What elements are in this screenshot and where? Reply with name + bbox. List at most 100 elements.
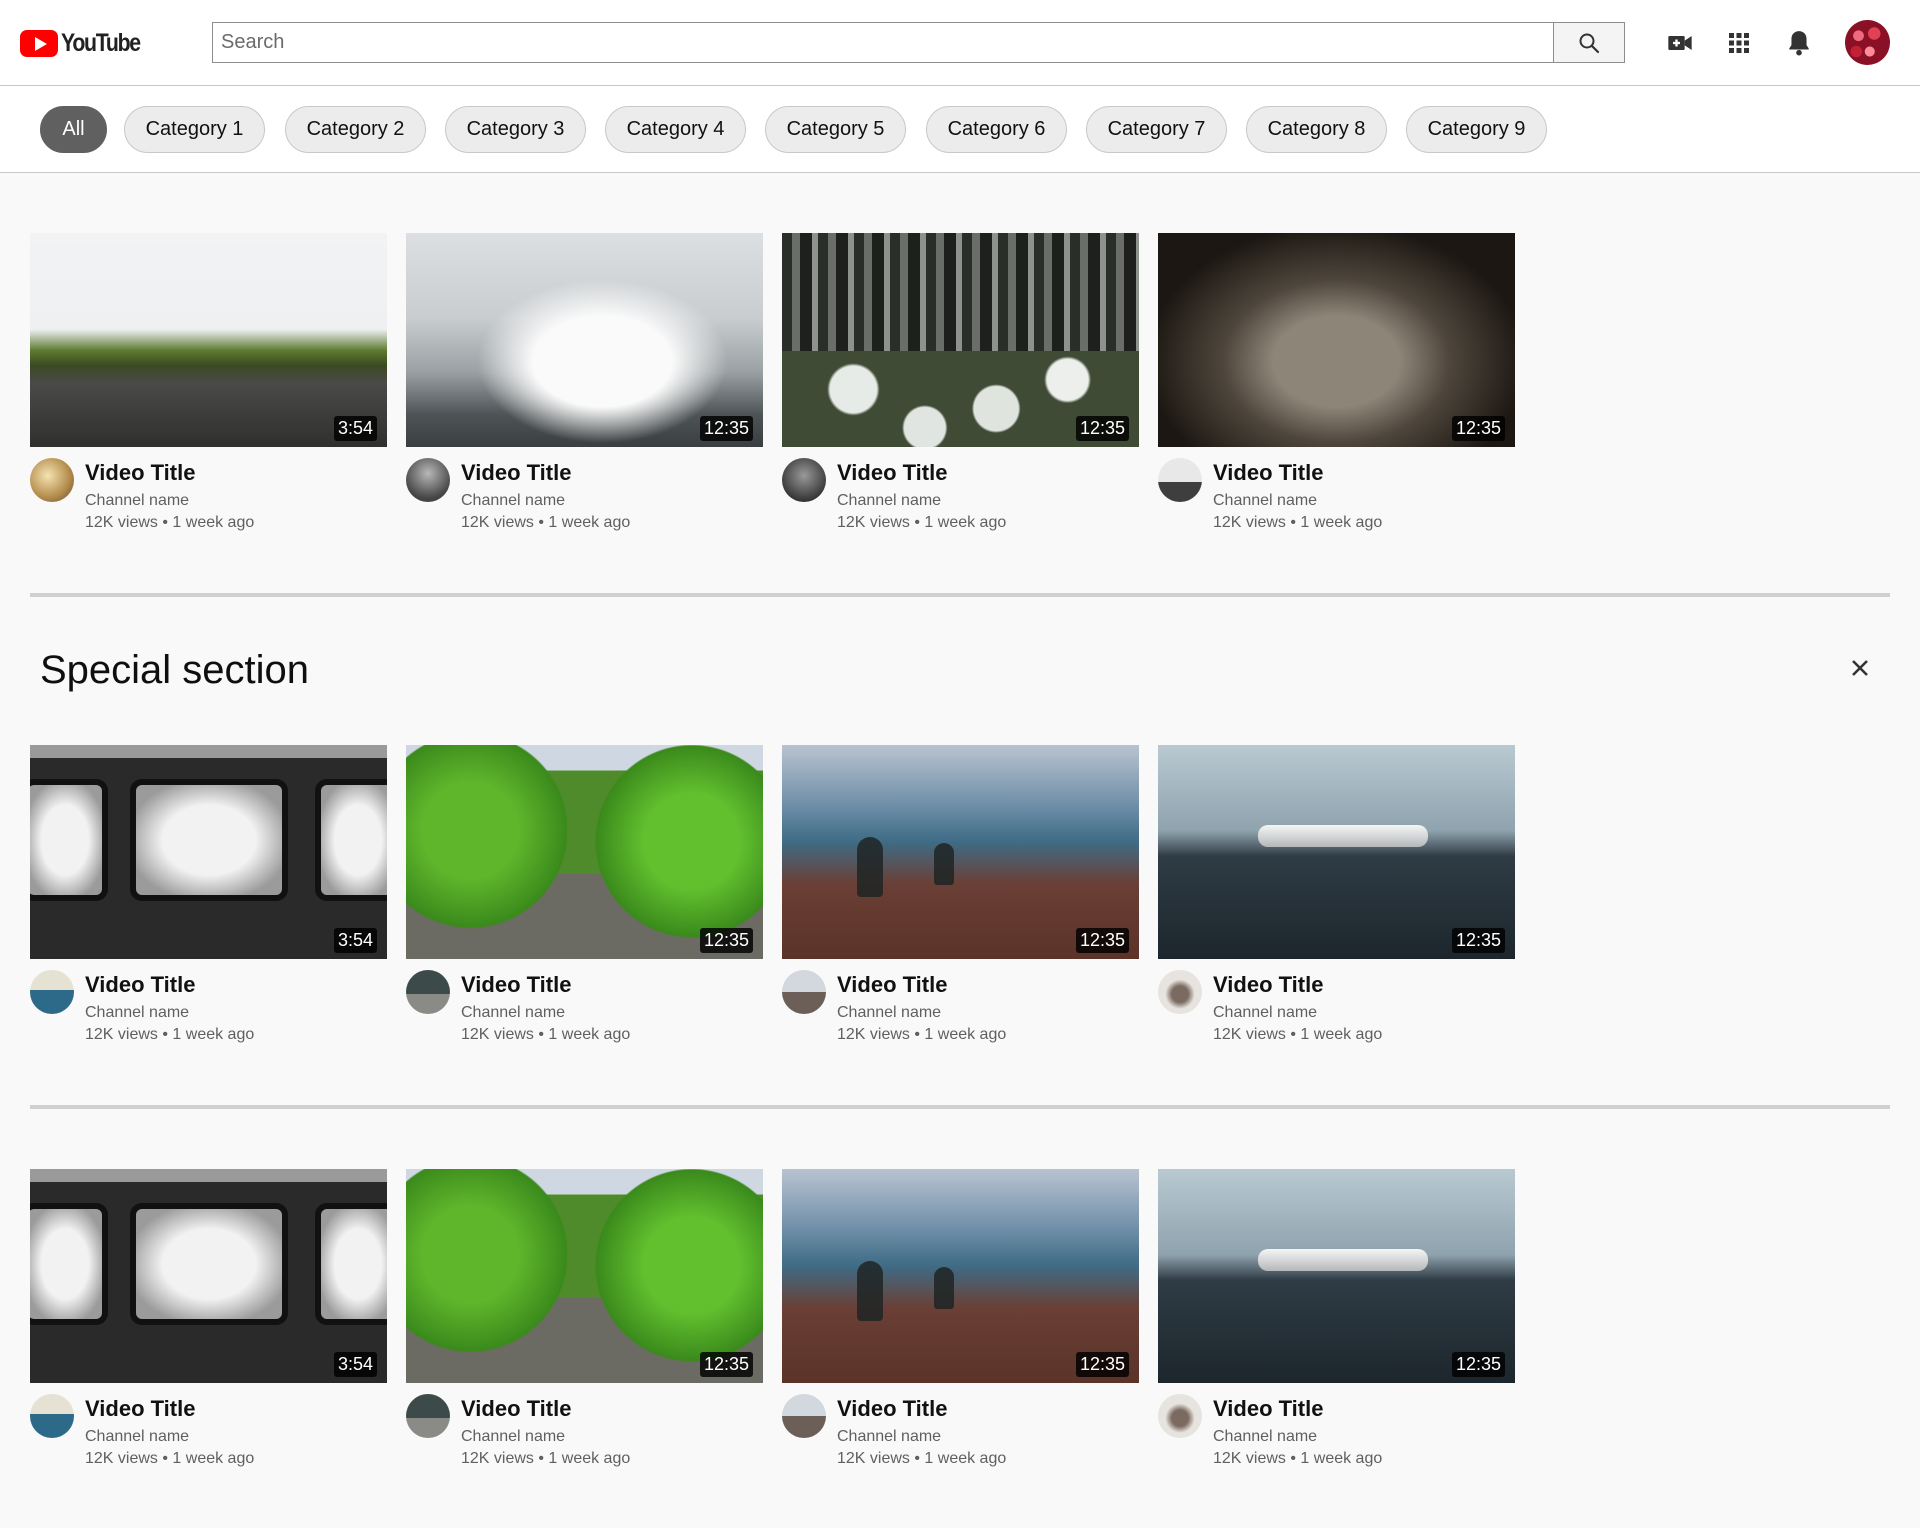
video-meta: 12K views • 1 week ago <box>461 1026 631 1043</box>
notifications-button[interactable] <box>1783 27 1815 59</box>
close-icon <box>1852 660 1868 676</box>
video-card[interactable]: 12:35 Video Title Channel name 12K views… <box>406 1169 763 1469</box>
channel-name[interactable]: Channel name <box>461 492 565 510</box>
account-avatar[interactable] <box>1845 20 1890 65</box>
search-button[interactable] <box>1553 22 1625 63</box>
thumbnail-art <box>315 779 387 901</box>
channel-name[interactable]: Channel name <box>85 492 189 510</box>
video-title[interactable]: Video Title <box>461 460 571 486</box>
video-meta: 12K views • 1 week ago <box>85 1450 255 1467</box>
video-thumbnail[interactable]: 3:54 <box>30 1169 387 1383</box>
video-title[interactable]: Video Title <box>1213 972 1323 998</box>
video-title[interactable]: Video Title <box>1213 460 1323 486</box>
duration-badge: 12:35 <box>1075 928 1129 953</box>
video-title[interactable]: Video Title <box>85 1396 195 1422</box>
chip-category-4[interactable]: Category 4 <box>605 106 746 153</box>
search-icon <box>1579 33 1600 53</box>
thumbnail-art <box>857 1261 883 1321</box>
video-card[interactable]: 3:54 Video Title Channel name 12K views … <box>30 1169 387 1469</box>
video-thumbnail[interactable]: 12:35 <box>1158 1169 1515 1383</box>
chip-category-8[interactable]: Category 8 <box>1246 106 1387 153</box>
video-title[interactable]: Video Title <box>837 1396 947 1422</box>
channel-avatar[interactable] <box>30 1394 74 1438</box>
channel-avatar[interactable] <box>1158 1394 1202 1438</box>
video-thumbnail[interactable]: 12:35 <box>782 745 1139 959</box>
channel-name[interactable]: Channel name <box>1213 1004 1317 1022</box>
video-card[interactable]: 12:35 Video Title Channel name 12K views… <box>782 233 1139 533</box>
channel-name[interactable]: Channel name <box>837 492 941 510</box>
video-card[interactable]: 12:35 Video Title Channel name 12K views… <box>406 745 763 1045</box>
channel-avatar[interactable] <box>30 458 74 502</box>
video-title[interactable]: Video Title <box>85 460 195 486</box>
video-meta: 12K views • 1 week ago <box>837 514 1007 531</box>
section-divider <box>30 1105 1890 1109</box>
apps-button[interactable] <box>1723 27 1755 59</box>
video-thumbnail[interactable]: 12:35 <box>782 1169 1139 1383</box>
channel-avatar[interactable] <box>782 1394 826 1438</box>
video-card[interactable]: 3:54 Video Title Channel name 12K views … <box>30 233 387 533</box>
close-section-button[interactable] <box>1845 653 1875 683</box>
video-title[interactable]: Video Title <box>837 972 947 998</box>
chip-category-7[interactable]: Category 7 <box>1086 106 1227 153</box>
video-card[interactable]: 12:35 Video Title Channel name 12K views… <box>782 745 1139 1045</box>
chip-category-3[interactable]: Category 3 <box>445 106 586 153</box>
duration-badge: 12:35 <box>1451 416 1505 441</box>
chip-category-2[interactable]: Category 2 <box>285 106 426 153</box>
thumbnail-art <box>584 745 763 959</box>
channel-avatar[interactable] <box>406 458 450 502</box>
channel-name[interactable]: Channel name <box>1213 1428 1317 1446</box>
video-title[interactable]: Video Title <box>461 1396 571 1422</box>
channel-name[interactable]: Channel name <box>461 1004 565 1022</box>
video-card[interactable]: 12:35 Video Title Channel name 12K views… <box>406 233 763 533</box>
video-card[interactable]: 3:54 Video Title Channel name 12K views … <box>30 745 387 1045</box>
channel-name[interactable]: Channel name <box>85 1004 189 1022</box>
duration-badge: 3:54 <box>333 416 377 441</box>
video-thumbnail[interactable]: 3:54 <box>30 745 387 959</box>
video-thumbnail[interactable]: 12:35 <box>1158 745 1515 959</box>
thumbnail-art <box>1258 825 1428 847</box>
channel-name[interactable]: Channel name <box>1213 492 1317 510</box>
chip-category-5[interactable]: Category 5 <box>765 106 906 153</box>
top-header: YouTube <box>0 0 1920 86</box>
video-thumbnail[interactable]: 12:35 <box>406 745 763 959</box>
channel-avatar[interactable] <box>406 970 450 1014</box>
thumbnail-art <box>857 837 883 897</box>
video-thumbnail[interactable]: 3:54 <box>30 233 387 447</box>
channel-avatar[interactable] <box>1158 458 1202 502</box>
create-video-button[interactable] <box>1664 27 1696 59</box>
video-camera-icon <box>1668 36 1692 50</box>
chip-all[interactable]: All <box>40 106 107 153</box>
video-card[interactable]: 12:35 Video Title Channel name 12K views… <box>1158 745 1515 1045</box>
video-meta: 12K views • 1 week ago <box>1213 1450 1383 1467</box>
video-card[interactable]: 12:35 Video Title Channel name 12K views… <box>1158 1169 1515 1469</box>
video-thumbnail[interactable]: 12:35 <box>782 233 1139 447</box>
youtube-logo[interactable]: YouTube <box>20 26 154 60</box>
channel-avatar[interactable] <box>1158 970 1202 1014</box>
video-title[interactable]: Video Title <box>837 460 947 486</box>
thumbnail-art <box>406 745 567 959</box>
channel-avatar[interactable] <box>782 970 826 1014</box>
chip-category-9[interactable]: Category 9 <box>1406 106 1547 153</box>
channel-name[interactable]: Channel name <box>85 1428 189 1446</box>
channel-avatar[interactable] <box>30 970 74 1014</box>
video-title[interactable]: Video Title <box>85 972 195 998</box>
chip-category-1[interactable]: Category 1 <box>124 106 265 153</box>
channel-avatar[interactable] <box>406 1394 450 1438</box>
video-thumbnail[interactable]: 12:35 <box>406 1169 763 1383</box>
video-title[interactable]: Video Title <box>461 972 571 998</box>
video-meta: 12K views • 1 week ago <box>461 514 631 531</box>
channel-name[interactable]: Channel name <box>837 1428 941 1446</box>
video-thumbnail[interactable]: 12:35 <box>1158 233 1515 447</box>
channel-name[interactable]: Channel name <box>461 1428 565 1446</box>
channel-avatar[interactable] <box>782 458 826 502</box>
channel-name[interactable]: Channel name <box>837 1004 941 1022</box>
chip-category-6[interactable]: Category 6 <box>926 106 1067 153</box>
video-card[interactable]: 12:35 Video Title Channel name 12K views… <box>782 1169 1139 1469</box>
video-title[interactable]: Video Title <box>1213 1396 1323 1422</box>
video-meta: 12K views • 1 week ago <box>85 1026 255 1043</box>
search-input[interactable] <box>212 22 1553 63</box>
duration-badge: 3:54 <box>333 928 377 953</box>
thumbnail-art <box>584 1169 763 1383</box>
video-thumbnail[interactable]: 12:35 <box>406 233 763 447</box>
video-card[interactable]: 12:35 Video Title Channel name 12K views… <box>1158 233 1515 533</box>
